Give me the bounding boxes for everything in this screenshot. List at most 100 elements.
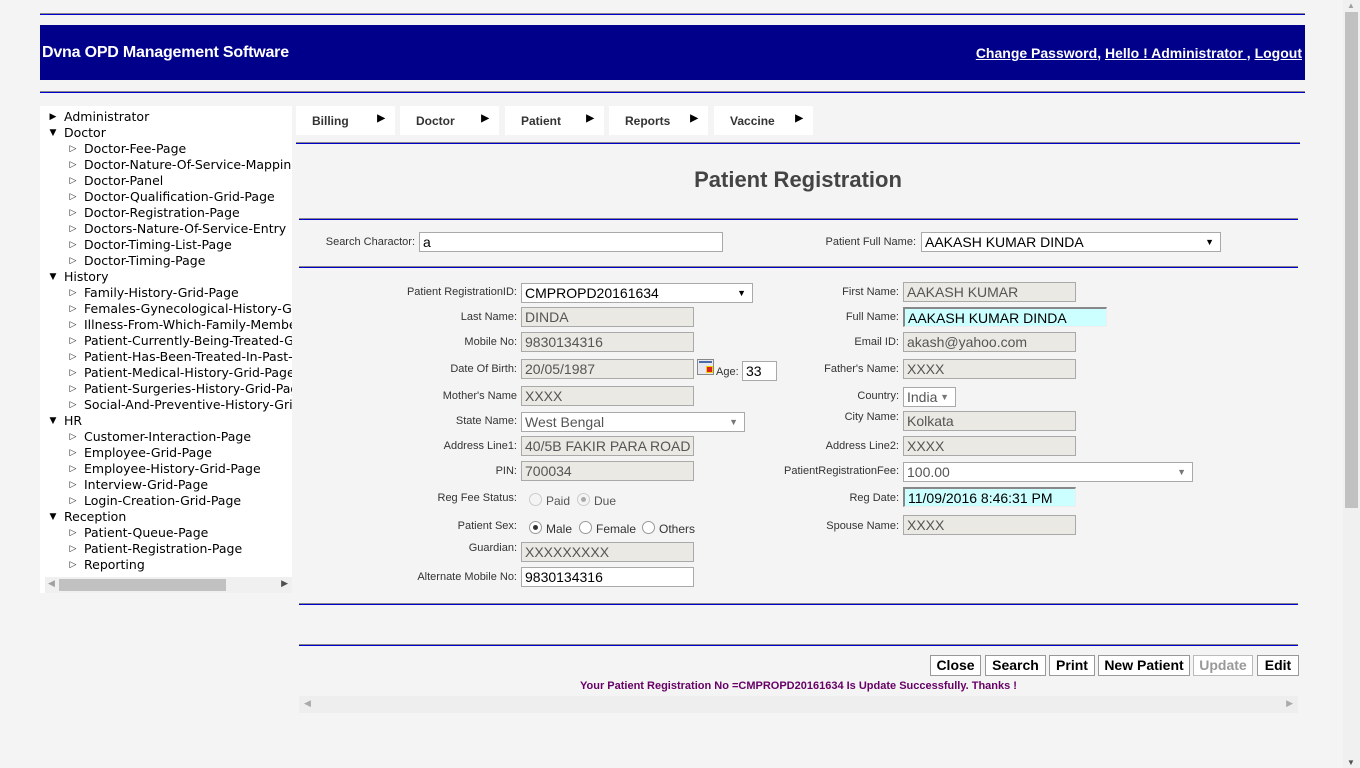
- reg-fee-due-radio[interactable]: Due: [577, 493, 616, 508]
- print-button[interactable]: Print: [1049, 655, 1095, 676]
- leaf-arrow-icon: ▷: [69, 160, 77, 170]
- tree-leaf-label[interactable]: Patient-Queue-Page: [84, 525, 208, 541]
- calendar-icon[interactable]: [697, 359, 714, 375]
- tree-leaf-label[interactable]: Doctor-Fee-Page: [84, 141, 186, 157]
- reg-date-field[interactable]: 11/09/2016 8:46:31 PM: [903, 487, 1076, 507]
- registration-id-label: Patient RegistrationID:: [406, 286, 517, 298]
- tree-leaf-label[interactable]: Doctor-Registration-Page: [84, 205, 240, 221]
- leaf-arrow-icon: ▷: [69, 304, 77, 314]
- scroll-down-icon[interactable]: ▼: [1347, 758, 1355, 767]
- scroll-up-icon[interactable]: ▲: [1347, 1, 1355, 10]
- tree-leaf-label[interactable]: Login-Creation-Grid-Page: [84, 493, 241, 509]
- new-patient-button[interactable]: New Patient: [1098, 655, 1190, 676]
- update-button[interactable]: Update: [1193, 655, 1253, 676]
- collapsed-arrow-icon[interactable]: ▶: [48, 109, 58, 125]
- tree-leaf-label[interactable]: Females-Gynecological-History-Grid: [84, 301, 292, 317]
- tree-node-label[interactable]: Administrator: [64, 109, 149, 125]
- tree-leaf-label[interactable]: Interview-Grid-Page: [84, 477, 208, 493]
- leaf-arrow-icon: ▷: [69, 464, 77, 474]
- expanded-arrow-icon[interactable]: ▼: [48, 125, 58, 141]
- reg-fee-paid-radio[interactable]: Paid: [529, 493, 570, 508]
- change-password-link[interactable]: Change Password: [976, 45, 1097, 61]
- tree-leaf-label[interactable]: Patient-Has-Been-Treated-In-Past-(: [84, 349, 292, 365]
- tree-leaf-label[interactable]: Doctor-Nature-Of-Service-Mapping-: [84, 157, 292, 173]
- selected-value: India: [907, 389, 938, 405]
- tree-leaf-label[interactable]: Patient-Currently-Being-Treated-Gri: [84, 333, 292, 349]
- tree-leaf-label[interactable]: Family-History-Grid-Page: [84, 285, 239, 301]
- leaf-arrow-icon: ▷: [69, 256, 77, 266]
- hello-user-link[interactable]: Hello ! Administrator ,: [1105, 45, 1251, 61]
- alternate-mobile-field[interactable]: 9830134316: [521, 567, 694, 587]
- tree-leaf-label[interactable]: Doctors-Nature-Of-Service-Entry: [84, 221, 286, 237]
- email-id-field[interactable]: akash@yahoo.com: [903, 332, 1076, 352]
- registration-id-select[interactable]: CMPROPD20161634 ▼: [521, 283, 753, 303]
- first-name-field[interactable]: AAKASH KUMAR: [903, 282, 1076, 302]
- main-horizontal-scrollbar[interactable]: ◀ ▶: [299, 696, 1298, 713]
- sex-others-radio[interactable]: Others: [642, 521, 695, 536]
- tree-leaf-label[interactable]: Doctor-Timing-Page: [84, 253, 205, 269]
- tree-leaf-label[interactable]: Customer-Interaction-Page: [84, 429, 251, 445]
- expanded-arrow-icon[interactable]: ▼: [48, 269, 58, 285]
- sidebar-horizontal-scrollbar[interactable]: ◀ ▶: [45, 577, 292, 593]
- menu-doctor[interactable]: Doctor ▶: [400, 106, 499, 135]
- address-line1-field[interactable]: 40/5B FAKIR PARA ROAD: [521, 436, 694, 456]
- pin-field[interactable]: 700034: [521, 461, 694, 481]
- scrollbar-thumb[interactable]: [1345, 12, 1358, 508]
- page-vertical-scrollbar[interactable]: ▲ ▼: [1343, 0, 1360, 768]
- selected-value: West Bengal: [525, 414, 605, 430]
- tree-leaf-label[interactable]: Employee-Grid-Page: [84, 445, 212, 461]
- expanded-arrow-icon[interactable]: ▼: [48, 509, 58, 525]
- guardian-field[interactable]: XXXXXXXXX: [521, 542, 694, 562]
- tree-leaf-label[interactable]: Illness-From-Which-Family-Member: [84, 317, 292, 333]
- mothers-name-field[interactable]: XXXX: [521, 386, 694, 406]
- edit-button[interactable]: Edit: [1257, 655, 1299, 676]
- menu-vaccine[interactable]: Vaccine ▶: [714, 106, 813, 135]
- tree-leaf-label[interactable]: Employee-History-Grid-Page: [84, 461, 261, 477]
- tree-node-label[interactable]: HR: [64, 413, 82, 429]
- dropdown-arrow-icon: ▼: [737, 288, 746, 298]
- mobile-no-field[interactable]: 9830134316: [521, 332, 694, 352]
- expanded-arrow-icon[interactable]: ▼: [48, 413, 58, 429]
- selected-value: CMPROPD20161634: [525, 285, 659, 301]
- patient-full-name-select[interactable]: AAKASH KUMAR DINDA ▼: [921, 232, 1221, 252]
- close-button[interactable]: Close: [930, 655, 981, 676]
- tree-leaf-label[interactable]: Doctor-Qualification-Grid-Page: [84, 189, 275, 205]
- tree-node-label[interactable]: Doctor: [64, 125, 106, 141]
- logout-link[interactable]: Logout: [1255, 45, 1302, 61]
- search-character-input[interactable]: a: [419, 232, 723, 252]
- sex-female-radio[interactable]: Female: [579, 521, 636, 536]
- last-name-field[interactable]: DINDA: [521, 307, 694, 327]
- radio-icon: [642, 521, 655, 534]
- tree-leaf-label[interactable]: Patient-Medical-History-Grid-Page: [84, 365, 292, 381]
- registration-fee-select[interactable]: 100.00 ▼: [903, 462, 1193, 482]
- scroll-right-icon[interactable]: ▶: [281, 578, 288, 589]
- menu-divider: [296, 142, 1300, 144]
- menu-patient[interactable]: Patient ▶: [505, 106, 604, 135]
- tree-leaf-label[interactable]: Social-And-Preventive-History-Grid-: [84, 397, 292, 413]
- date-of-birth-field[interactable]: 20/05/1987: [521, 359, 694, 379]
- menu-reports[interactable]: Reports ▶: [609, 106, 708, 135]
- tree-leaf-label[interactable]: Doctor-Timing-List-Page: [84, 237, 232, 253]
- tree-node-label[interactable]: History: [64, 269, 108, 285]
- menu-billing[interactable]: Billing ▶: [296, 106, 395, 135]
- full-name-field[interactable]: AAKASH KUMAR DINDA: [903, 307, 1107, 327]
- scroll-right-icon[interactable]: ▶: [1286, 698, 1293, 709]
- scroll-left-icon[interactable]: ◀: [48, 578, 55, 589]
- tree-leaf-label[interactable]: Doctor-Panel: [84, 173, 163, 189]
- state-name-select[interactable]: West Bengal ▼: [521, 412, 745, 432]
- fathers-name-field[interactable]: XXXX: [903, 359, 1076, 379]
- address-line2-field[interactable]: XXXX: [903, 436, 1076, 456]
- tree-leaf-label[interactable]: Patient-Registration-Page: [84, 541, 242, 557]
- scrollbar-thumb[interactable]: [59, 579, 226, 591]
- search-button[interactable]: Search: [985, 655, 1046, 676]
- sex-male-radio[interactable]: Male: [529, 521, 572, 536]
- tree-leaf-label[interactable]: Reporting: [84, 557, 145, 573]
- country-select[interactable]: India ▼: [903, 387, 956, 407]
- mothers-name-label: Mother's Name: [442, 390, 517, 402]
- selected-value: AAKASH KUMAR DINDA: [925, 234, 1084, 250]
- tree-node-label[interactable]: Reception: [64, 509, 126, 525]
- tree-leaf-label[interactable]: Patient-Surgeries-History-Grid-Page: [84, 381, 292, 397]
- city-name-field[interactable]: Kolkata: [903, 411, 1076, 431]
- scroll-left-icon[interactable]: ◀: [304, 698, 311, 709]
- spouse-name-field[interactable]: XXXX: [903, 515, 1076, 535]
